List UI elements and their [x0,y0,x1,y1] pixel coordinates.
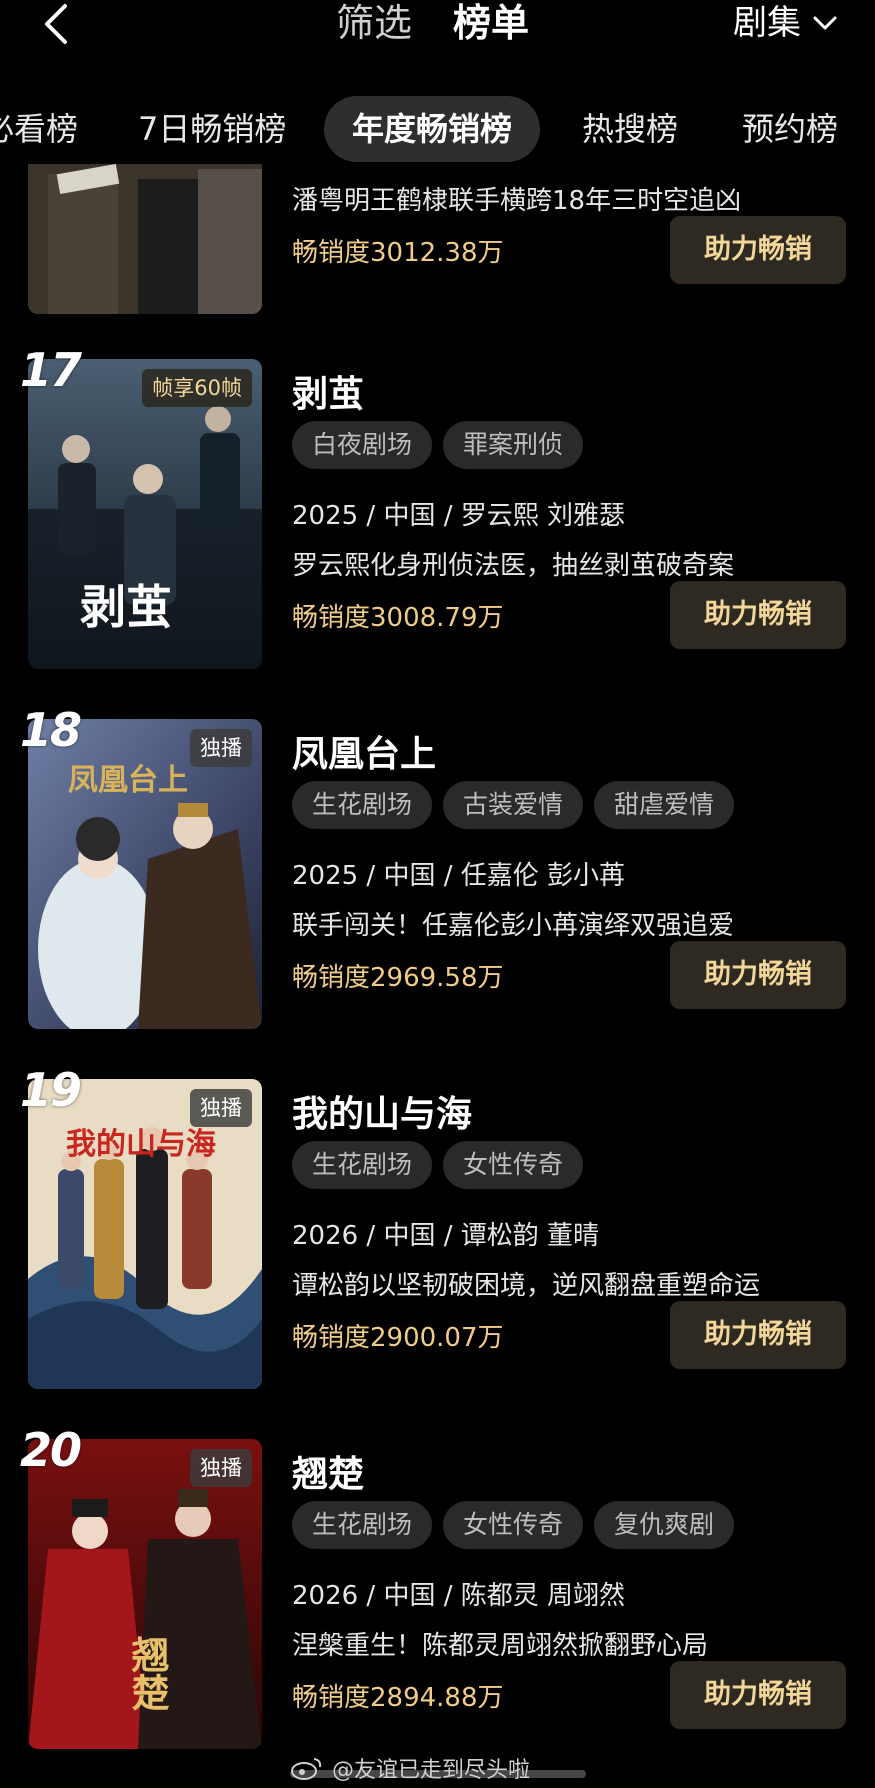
list-item[interactable]: 独播 我的山与海 19 我的山与海 生花剧场 女性传奇 2026 / 中国 / … [0,1063,875,1399]
item-title[interactable]: 我的山与海 [292,1085,472,1137]
poster-art [28,164,262,314]
weibo-watermark: @友谊已走到尽头啦 [290,1752,530,1784]
top-bar: 筛选 榜单 剧集 [0,0,875,90]
tag[interactable]: 罪案刑侦 [443,421,584,469]
tag[interactable]: 生花剧场 [292,781,433,829]
tag[interactable]: 生花剧场 [292,1141,433,1189]
list-item[interactable]: 潘粤明王鹤棣联手横跨18年三时空追凶 畅销度3012.38万 助力畅销 [0,164,875,324]
poster-image[interactable]: 独播 翘楚 [28,1439,262,1749]
chevron-down-icon [813,16,837,30]
item-description: 潘粤明王鹤棣联手横跨18年三时空追凶 [292,186,742,216]
boost-sales-button[interactable]: 助力畅销 [670,941,846,1009]
boost-sales-button[interactable]: 助力畅销 [670,1661,846,1729]
tag[interactable]: 白夜剧场 [292,421,433,469]
tag-list: 白夜剧场 罪案刑侦 [292,421,584,469]
category-dropdown[interactable]: 剧集 [733,0,837,48]
exclusive-badge: 独播 [190,729,252,767]
category-label: 剧集 [733,3,801,43]
tag[interactable]: 古装爱情 [443,781,584,829]
tab-ranking[interactable]: 榜单 [453,0,529,48]
poster-title-text: 我的山与海 [66,1127,216,1162]
exclusive-badge: 独播 [190,1449,252,1487]
app-screen: 筛选 榜单 剧集 必看榜 7日畅销榜 年度畅销榜 热搜榜 预约榜 [0,0,875,1788]
boost-sales-button[interactable]: 助力畅销 [670,216,846,284]
poster-image[interactable]: 帧享60帧 剥茧 [28,359,262,669]
tag[interactable]: 复仇爽剧 [594,1501,735,1549]
subtab-reservation[interactable]: 预约榜 [742,96,838,162]
tab-filter[interactable]: 筛选 [336,0,412,48]
tag[interactable]: 甜虐爱情 [594,781,735,829]
item-meta: 2025 / 中国 / 罗云熙 刘雅瑟 [292,501,626,531]
back-arrow-icon [45,4,67,44]
poster-image[interactable]: 独播 我的山与海 [28,1079,262,1389]
list-item[interactable]: 帧享60帧 剥茧 17 剥茧 白夜剧场 罪案刑侦 2025 / 中国 / 罗云熙… [0,343,875,679]
rank-number: 17 [20,343,82,397]
item-title[interactable]: 剥茧 [292,365,364,417]
poster-title-text: 凤凰台上 [68,763,188,798]
ranking-subtabs: 必看榜 7日畅销榜 年度畅销榜 热搜榜 预约榜 [0,96,875,164]
sales-score: 畅销度2969.58万 [292,963,504,993]
sales-score: 畅销度2894.88万 [292,1683,504,1713]
sales-score: 畅销度3012.38万 [292,238,504,268]
back-button[interactable] [36,2,76,46]
item-meta: 2025 / 中国 / 任嘉伦 彭小苒 [292,861,626,891]
tag-list: 生花剧场 女性传奇 复仇爽剧 [292,1501,735,1549]
poster-title-text: 翘楚 [125,1635,170,1711]
tag[interactable]: 女性传奇 [443,1141,584,1189]
boost-sales-button[interactable]: 助力畅销 [670,581,846,649]
sales-score: 畅销度2900.07万 [292,1323,504,1353]
watermark-text: @友谊已走到尽头啦 [332,1758,531,1783]
tag-list: 生花剧场 女性传奇 [292,1141,584,1189]
item-title[interactable]: 翘楚 [292,1445,364,1497]
weibo-logo-icon [291,1758,322,1780]
subtab-7day-bestseller[interactable]: 7日畅销榜 [138,96,286,162]
poster-badge: 帧享60帧 [142,369,252,407]
tag-list: 生花剧场 古装爱情 甜虐爱情 [292,781,735,829]
tag[interactable]: 女性传奇 [443,1501,584,1549]
boost-sales-button[interactable]: 助力畅销 [670,1301,846,1369]
item-title[interactable]: 凤凰台上 [292,725,436,777]
poster-image[interactable]: 独播 凤凰台上 [28,719,262,1029]
ranking-list: 潘粤明王鹤棣联手横跨18年三时空追凶 畅销度3012.38万 助力畅销 帧享60… [0,164,875,1788]
sales-score: 畅销度3008.79万 [292,603,504,633]
subtab-must-watch[interactable]: 必看榜 [0,96,78,162]
item-meta: 2026 / 中国 / 陈都灵 周翊然 [292,1581,626,1611]
rank-number: 20 [20,1423,82,1477]
rank-number: 19 [20,1063,82,1117]
poster-title-text: 剥茧 [80,580,172,634]
rank-number: 18 [20,703,82,757]
item-description: 涅槃重生！陈都灵周翊然掀翻野心局 [292,1631,709,1661]
subtab-annual-bestseller[interactable]: 年度畅销榜 [324,96,541,162]
item-description: 罗云熙化身刑侦法医，抽丝剥茧破奇案 [292,551,735,581]
list-item[interactable]: 独播 翘楚 20 翘楚 生花剧场 女性传奇 复仇爽剧 2026 / 中国 / 陈… [0,1423,875,1759]
subtab-hot-search[interactable]: 热搜榜 [582,96,678,162]
item-meta: 2026 / 中国 / 谭松韵 董晴 [292,1221,600,1251]
item-description: 谭松韵以坚韧破困境，逆风翻盘重塑命运 [292,1271,761,1301]
list-item[interactable]: 独播 凤凰台上 18 凤凰台上 生花剧场 古装爱情 甜虐爱情 2025 / 中国… [0,703,875,1039]
poster-image[interactable] [28,164,262,314]
item-description: 联手闯关！任嘉伦彭小苒演绎双强追爱 [292,911,735,941]
tag[interactable]: 生花剧场 [292,1501,433,1549]
